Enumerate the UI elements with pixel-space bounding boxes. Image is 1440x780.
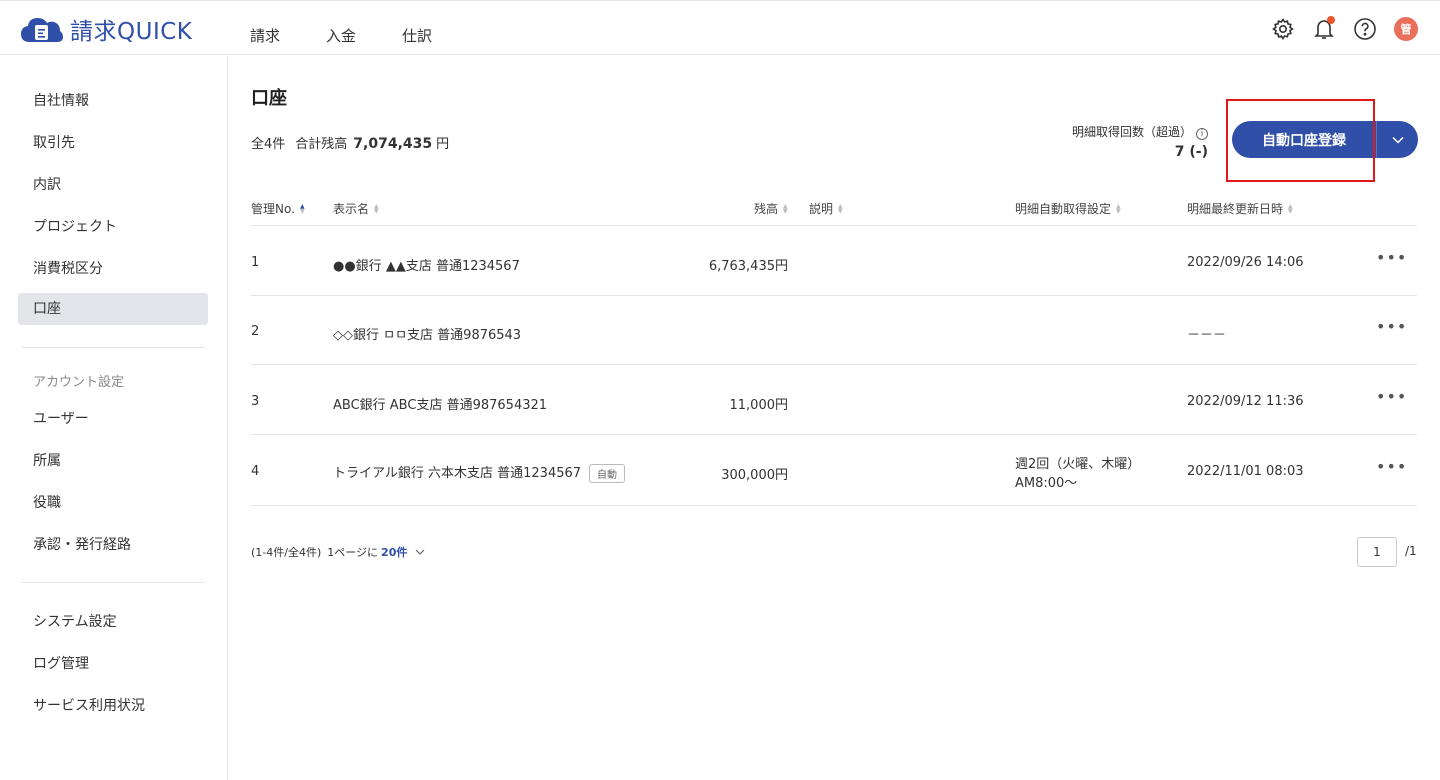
sort-icon: ▲ ▼ [1288, 202, 1293, 215]
per-page-label: 1ページに [327, 546, 379, 559]
top-navigation: 請求 入金 仕訳 [250, 25, 478, 46]
logo-text: 請求QUICK [70, 19, 193, 45]
sidebar-item-tax[interactable]: 消費税区分 [18, 253, 208, 285]
sidebar-item-account[interactable]: 口座 [18, 293, 208, 325]
col-header-name[interactable]: 表示名 ▲ ▼ [333, 200, 379, 217]
more-options-icon[interactable]: ••• [1376, 248, 1407, 267]
bell-icon[interactable] [1310, 15, 1338, 43]
more-options-icon[interactable]: ••• [1376, 457, 1407, 476]
col-header-balance-label: 残高 [754, 202, 779, 216]
sidebar-item-usage[interactable]: サービス利用状況 [18, 690, 208, 722]
row-name[interactable]: ABC銀行 ABC支店 普通987654321 [333, 394, 547, 413]
notification-dot [1327, 16, 1335, 24]
avatar: 管 [1394, 17, 1418, 41]
col-header-no-label: 管理No. [251, 202, 295, 216]
sort-icon: ▲ ▼ [783, 202, 788, 215]
col-header-auto-label: 明細自動取得設定 [1015, 202, 1112, 216]
fetch-label: 明細取得回数（超過） [1071, 125, 1192, 139]
row-name[interactable]: トライアル銀行 六本木支店 普通1234567 [333, 466, 581, 481]
sidebar-item-project[interactable]: プロジェクト [18, 211, 208, 243]
page-title: 口座 [251, 88, 287, 109]
pagination-range: (1-4件/全4件) [251, 546, 322, 559]
row-no: 3 [251, 394, 260, 409]
sidebar-item-position[interactable]: 役職 [18, 487, 208, 519]
user-avatar[interactable]: 管 [1392, 15, 1420, 43]
page-total: /1 [1405, 544, 1417, 558]
info-icon[interactable]: i [1196, 128, 1208, 140]
sort-icon: ▲ ▼ [838, 202, 843, 215]
nav-billing[interactable]: 請求 [250, 25, 280, 46]
row-balance: 300,000円 [721, 468, 788, 483]
header-icons: 管 [1256, 15, 1420, 43]
row-name[interactable]: ◇◇銀行 ㅁㅁ支店 普通9876543 [333, 324, 521, 343]
row-auto-schedule: 週2回（火曜、木曜） [1015, 457, 1141, 472]
fetch-count: 明細取得回数（超過） i 7 (-) [1072, 123, 1208, 160]
app-logo[interactable]: 請求QUICK [20, 14, 193, 45]
gear-icon[interactable] [1269, 15, 1297, 43]
total-label: 合計残高 [295, 137, 348, 152]
row-updated: －－－ [1187, 328, 1227, 343]
row-updated: 2022/09/26 14:06 [1187, 255, 1304, 270]
sidebar-divider [21, 347, 204, 348]
row-no: 4 [251, 464, 260, 479]
row-no: 1 [251, 255, 260, 270]
balance-summary: 全4件 合計残高 7,074,435 円 [251, 133, 449, 152]
row-no: 2 [251, 324, 260, 339]
app-header: 請求QUICK 請求 入金 仕訳 管 [0, 0, 1440, 55]
pagination-info: (1-4件/全4件) 1ページに 20件 [251, 544, 425, 560]
col-header-name-label: 表示名 [333, 202, 370, 216]
col-header-balance[interactable]: 残高 ▲ ▼ [754, 200, 788, 217]
register-dropdown-toggle[interactable] [1376, 121, 1418, 158]
nav-payment[interactable]: 入金 [326, 25, 356, 46]
row-balance: 11,000円 [729, 398, 789, 413]
per-page-select[interactable]: 20件 [381, 544, 407, 560]
more-options-icon[interactable]: ••• [1376, 387, 1407, 406]
auto-badge: 自動 [589, 464, 626, 483]
sidebar-item-approval-route[interactable]: 承認・発行経路 [18, 529, 208, 561]
row-updated: 2022/09/12 11:36 [1187, 394, 1304, 409]
more-options-icon[interactable]: ••• [1376, 317, 1407, 336]
sidebar-item-system-settings[interactable]: システム設定 [18, 606, 208, 638]
col-header-updated-label: 明細最終更新日時 [1187, 202, 1284, 216]
auto-register-button[interactable]: 自動口座登録 [1232, 121, 1376, 158]
col-header-updated[interactable]: 明細最終更新日時 ▲ ▼ [1187, 200, 1293, 217]
fetch-value: 7 (-) [1174, 144, 1208, 160]
row-updated: 2022/11/01 08:03 [1187, 464, 1304, 479]
sidebar-item-breakdown[interactable]: 内訳 [18, 169, 208, 201]
chevron-down-icon[interactable] [415, 549, 425, 555]
nav-journal[interactable]: 仕訳 [402, 25, 432, 46]
page-number-input[interactable]: 1 [1357, 537, 1397, 567]
col-header-desc-label: 説明 [809, 202, 834, 216]
table-divider [251, 505, 1417, 506]
row-balance: 6,763,435円 [708, 259, 788, 274]
sort-icon: ▲ ▼ [374, 202, 379, 215]
col-header-no[interactable]: 管理No. ▲ ▼ [251, 200, 305, 217]
table-row[interactable]: 2 ◇◇銀行 ㅁㅁ支店 普通9876543 －－－ ••• [251, 296, 1417, 365]
sidebar-item-clients[interactable]: 取引先 [18, 127, 208, 159]
help-icon[interactable] [1351, 15, 1379, 43]
sidebar-item-department[interactable]: 所属 [18, 445, 208, 477]
table-row[interactable]: 1 ●●銀行 ▲▲支店 普通1234567 6,763,435円 2022/09… [251, 226, 1417, 295]
sidebar-item-company[interactable]: 自社情報 [18, 85, 208, 117]
total-unit: 円 [436, 137, 450, 152]
row-auto-time: AM8:00〜 [1015, 476, 1078, 491]
row-name-wrapper: トライアル銀行 六本木支店 普通1234567 自動 [333, 462, 626, 483]
row-name[interactable]: ●●銀行 ▲▲支店 普通1234567 [333, 255, 520, 274]
sidebar: 自社情報 取引先 内訳 プロジェクト 消費税区分 口座 アカウント設定 ユーザー… [0, 56, 228, 780]
total-value: 7,074,435 [353, 136, 433, 152]
col-header-desc[interactable]: 説明 ▲ ▼ [809, 200, 843, 217]
sort-icon: ▲ ▼ [1116, 202, 1121, 215]
sidebar-item-log[interactable]: ログ管理 [18, 648, 208, 680]
table-row[interactable]: 4 トライアル銀行 六本木支店 普通1234567 自動 300,000円 週2回… [251, 435, 1417, 504]
sidebar-item-user[interactable]: ユーザー [18, 403, 208, 435]
sort-icon: ▲ ▼ [299, 202, 305, 215]
col-header-auto[interactable]: 明細自動取得設定 ▲ ▼ [1015, 200, 1121, 217]
table-row[interactable]: 3 ABC銀行 ABC支店 普通987654321 11,000円 2022/0… [251, 365, 1417, 434]
register-button-group: 自動口座登録 [1232, 121, 1418, 158]
sidebar-section-account-settings: アカウント設定 [33, 375, 125, 390]
sidebar-divider [21, 582, 204, 583]
chevron-down-icon [1391, 136, 1404, 144]
cloud-document-icon [20, 14, 64, 44]
count-label: 全4件 [251, 137, 286, 152]
